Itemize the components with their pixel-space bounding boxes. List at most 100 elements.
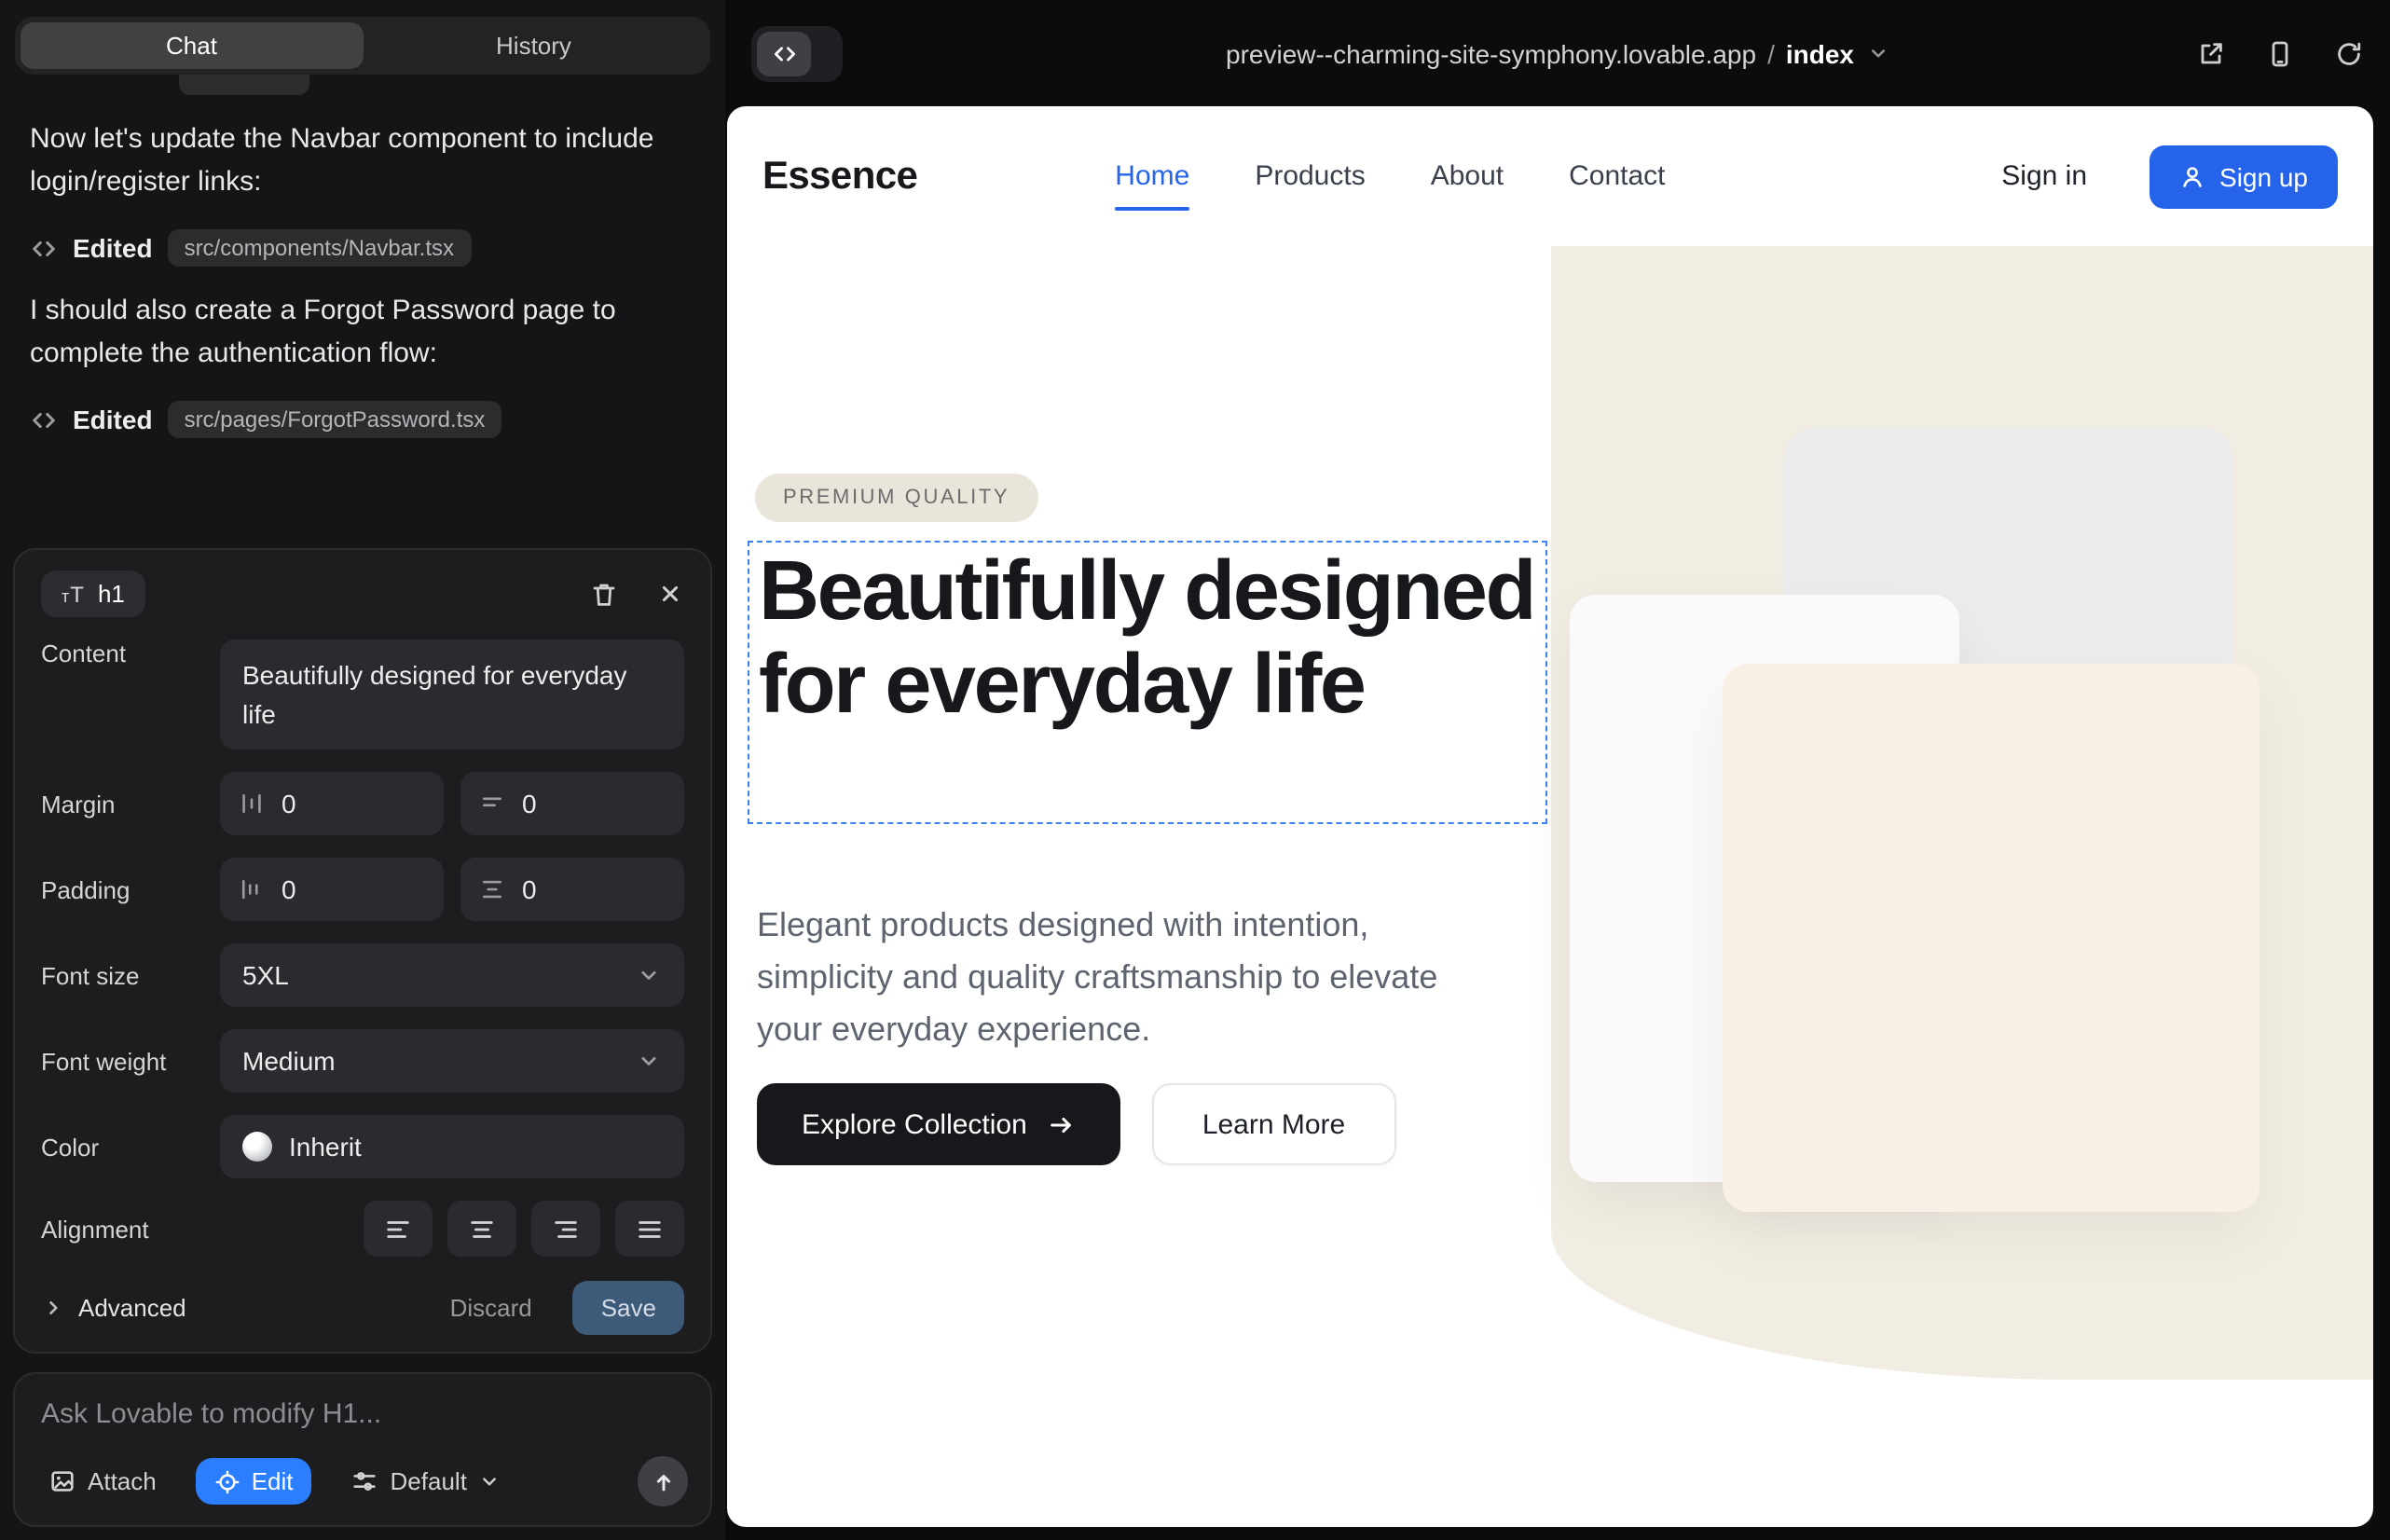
browser-chrome: preview--charming-site-symphony.lovable.… [725, 0, 2390, 106]
margin-field-row: Margin 0 0 [41, 772, 684, 835]
trash-icon [589, 580, 619, 610]
nav-link-home[interactable]: Home [1115, 160, 1189, 192]
padding-y-value: 0 [522, 874, 537, 904]
align-center-button[interactable] [447, 1201, 516, 1257]
truncated-chip [179, 75, 309, 95]
font-weight-field-row: Font weight Medium [41, 1029, 684, 1093]
margin-label: Margin [41, 790, 220, 818]
padding-y-input[interactable]: 0 [460, 858, 684, 921]
align-left-button[interactable] [364, 1201, 433, 1257]
save-button[interactable]: Save [573, 1281, 684, 1335]
hero-title[interactable]: Beautifully designed for everyday life [759, 544, 1536, 729]
code-view-toggle[interactable] [751, 25, 843, 81]
margin-y-value: 0 [522, 789, 537, 818]
discard-button[interactable]: Discard [439, 1292, 543, 1324]
margin-vertical-icon [479, 791, 505, 817]
letter-case-icon: тT [62, 582, 85, 608]
color-swatch-icon [242, 1132, 272, 1162]
advanced-label: Advanced [78, 1294, 186, 1322]
open-external-button[interactable] [2196, 38, 2226, 68]
code-icon [757, 31, 811, 76]
sign-up-button[interactable]: Sign up [2149, 144, 2338, 208]
align-left-icon [384, 1215, 412, 1243]
alignment-field-row: Alignment [41, 1201, 684, 1257]
align-justify-button[interactable] [615, 1201, 684, 1257]
padding-horizontal-icon [239, 876, 265, 902]
color-value: Inherit [289, 1132, 362, 1162]
align-center-icon [468, 1215, 496, 1243]
composer-input[interactable] [37, 1396, 688, 1432]
close-editor-button[interactable] [656, 581, 684, 609]
tab-chat[interactable]: Chat [21, 22, 363, 69]
chat-panel: Chat History Now let's update the Navbar… [0, 0, 725, 1540]
chevron-right-icon [41, 1296, 65, 1320]
font-size-select[interactable]: 5XL [220, 943, 684, 1007]
padding-x-input[interactable]: 0 [220, 858, 444, 921]
margin-x-input[interactable]: 0 [220, 772, 444, 835]
element-editor-panel: тT h1 Content [13, 549, 712, 1354]
element-tag-pill[interactable]: тT h1 [41, 571, 145, 618]
chat-history-tabbar: Chat History [15, 17, 710, 75]
nav-link-products[interactable]: Products [1255, 160, 1365, 192]
mode-label: Default [391, 1467, 467, 1495]
sign-up-label: Sign up [2219, 161, 2308, 191]
margin-y-input[interactable]: 0 [460, 772, 684, 835]
mobile-icon [2265, 38, 2295, 68]
mobile-view-button[interactable] [2265, 38, 2295, 68]
selection-outline: Beautifully designed for everyday life [748, 541, 1547, 824]
color-select[interactable]: Inherit [220, 1115, 684, 1178]
chevron-down-icon [478, 1469, 502, 1493]
chevron-down-icon [636, 1048, 662, 1074]
sliders-icon [351, 1467, 379, 1495]
lovable-workspace: Chat History Now let's update the Navbar… [0, 0, 2390, 1540]
arrow-right-icon [1048, 1110, 1076, 1138]
nav-link-contact[interactable]: Contact [1569, 160, 1665, 192]
align-right-button[interactable] [531, 1201, 600, 1257]
arrow-up-icon [650, 1468, 676, 1494]
content-field-row: Content Beautifully designed for everyda… [41, 640, 684, 749]
file-chip[interactable]: src/components/Navbar.tsx [168, 229, 471, 267]
site-preview: Essence Home Products About Contact Sign… [727, 106, 2373, 1527]
url-separator: / [1767, 38, 1775, 68]
close-icon [656, 581, 684, 609]
open-external-icon [2196, 38, 2226, 68]
preview-host: preview--charming-site-symphony.lovable.… [1226, 38, 1756, 68]
advanced-toggle[interactable]: Advanced [41, 1294, 186, 1322]
editor-header: тT h1 [41, 571, 684, 618]
margin-horizontal-icon [239, 791, 265, 817]
explore-collection-button[interactable]: Explore Collection [757, 1083, 1120, 1165]
chrome-actions [2196, 38, 2364, 68]
editor-footer: Advanced Discard Save [41, 1281, 684, 1335]
chevron-down-icon [636, 962, 662, 988]
edit-mode-toggle[interactable]: Edit [196, 1458, 312, 1505]
refresh-button[interactable] [2334, 38, 2364, 68]
hero-badge: PREMIUM QUALITY [755, 474, 1037, 522]
edit-action-label: Edited [73, 405, 153, 434]
send-button[interactable] [638, 1456, 688, 1506]
site-logo[interactable]: Essence [762, 154, 917, 199]
image-icon [48, 1467, 76, 1495]
alignment-label: Alignment [41, 1215, 220, 1243]
attach-button[interactable]: Attach [37, 1465, 168, 1497]
content-input[interactable]: Beautifully designed for everyday life [220, 640, 684, 749]
font-weight-select[interactable]: Medium [220, 1029, 684, 1093]
chat-message-list[interactable]: Now let's update the Navbar component to… [0, 75, 725, 549]
edit-mode-label: Edit [252, 1467, 294, 1495]
tab-history[interactable]: History [363, 22, 705, 69]
delete-element-button[interactable] [589, 580, 619, 610]
mode-select[interactable]: Default [340, 1465, 514, 1497]
padding-x-value: 0 [282, 874, 296, 904]
font-size-label: Font size [41, 961, 220, 989]
composer-toolbar: Attach Edit Default [37, 1456, 688, 1506]
preview-area: preview--charming-site-symphony.lovable.… [725, 0, 2390, 1540]
learn-more-button[interactable]: Learn More [1152, 1083, 1395, 1165]
file-chip[interactable]: src/pages/ForgotPassword.tsx [168, 401, 502, 438]
person-icon [2178, 163, 2205, 189]
padding-vertical-icon [479, 876, 505, 902]
url-bar[interactable]: preview--charming-site-symphony.lovable.… [1226, 38, 1889, 68]
padding-label: Padding [41, 875, 220, 903]
hero-cta-row: Explore Collection Learn More [757, 1083, 1395, 1165]
nav-link-about[interactable]: About [1431, 160, 1504, 192]
sign-in-button[interactable]: Sign in [1990, 158, 2098, 194]
color-label: Color [41, 1133, 220, 1161]
